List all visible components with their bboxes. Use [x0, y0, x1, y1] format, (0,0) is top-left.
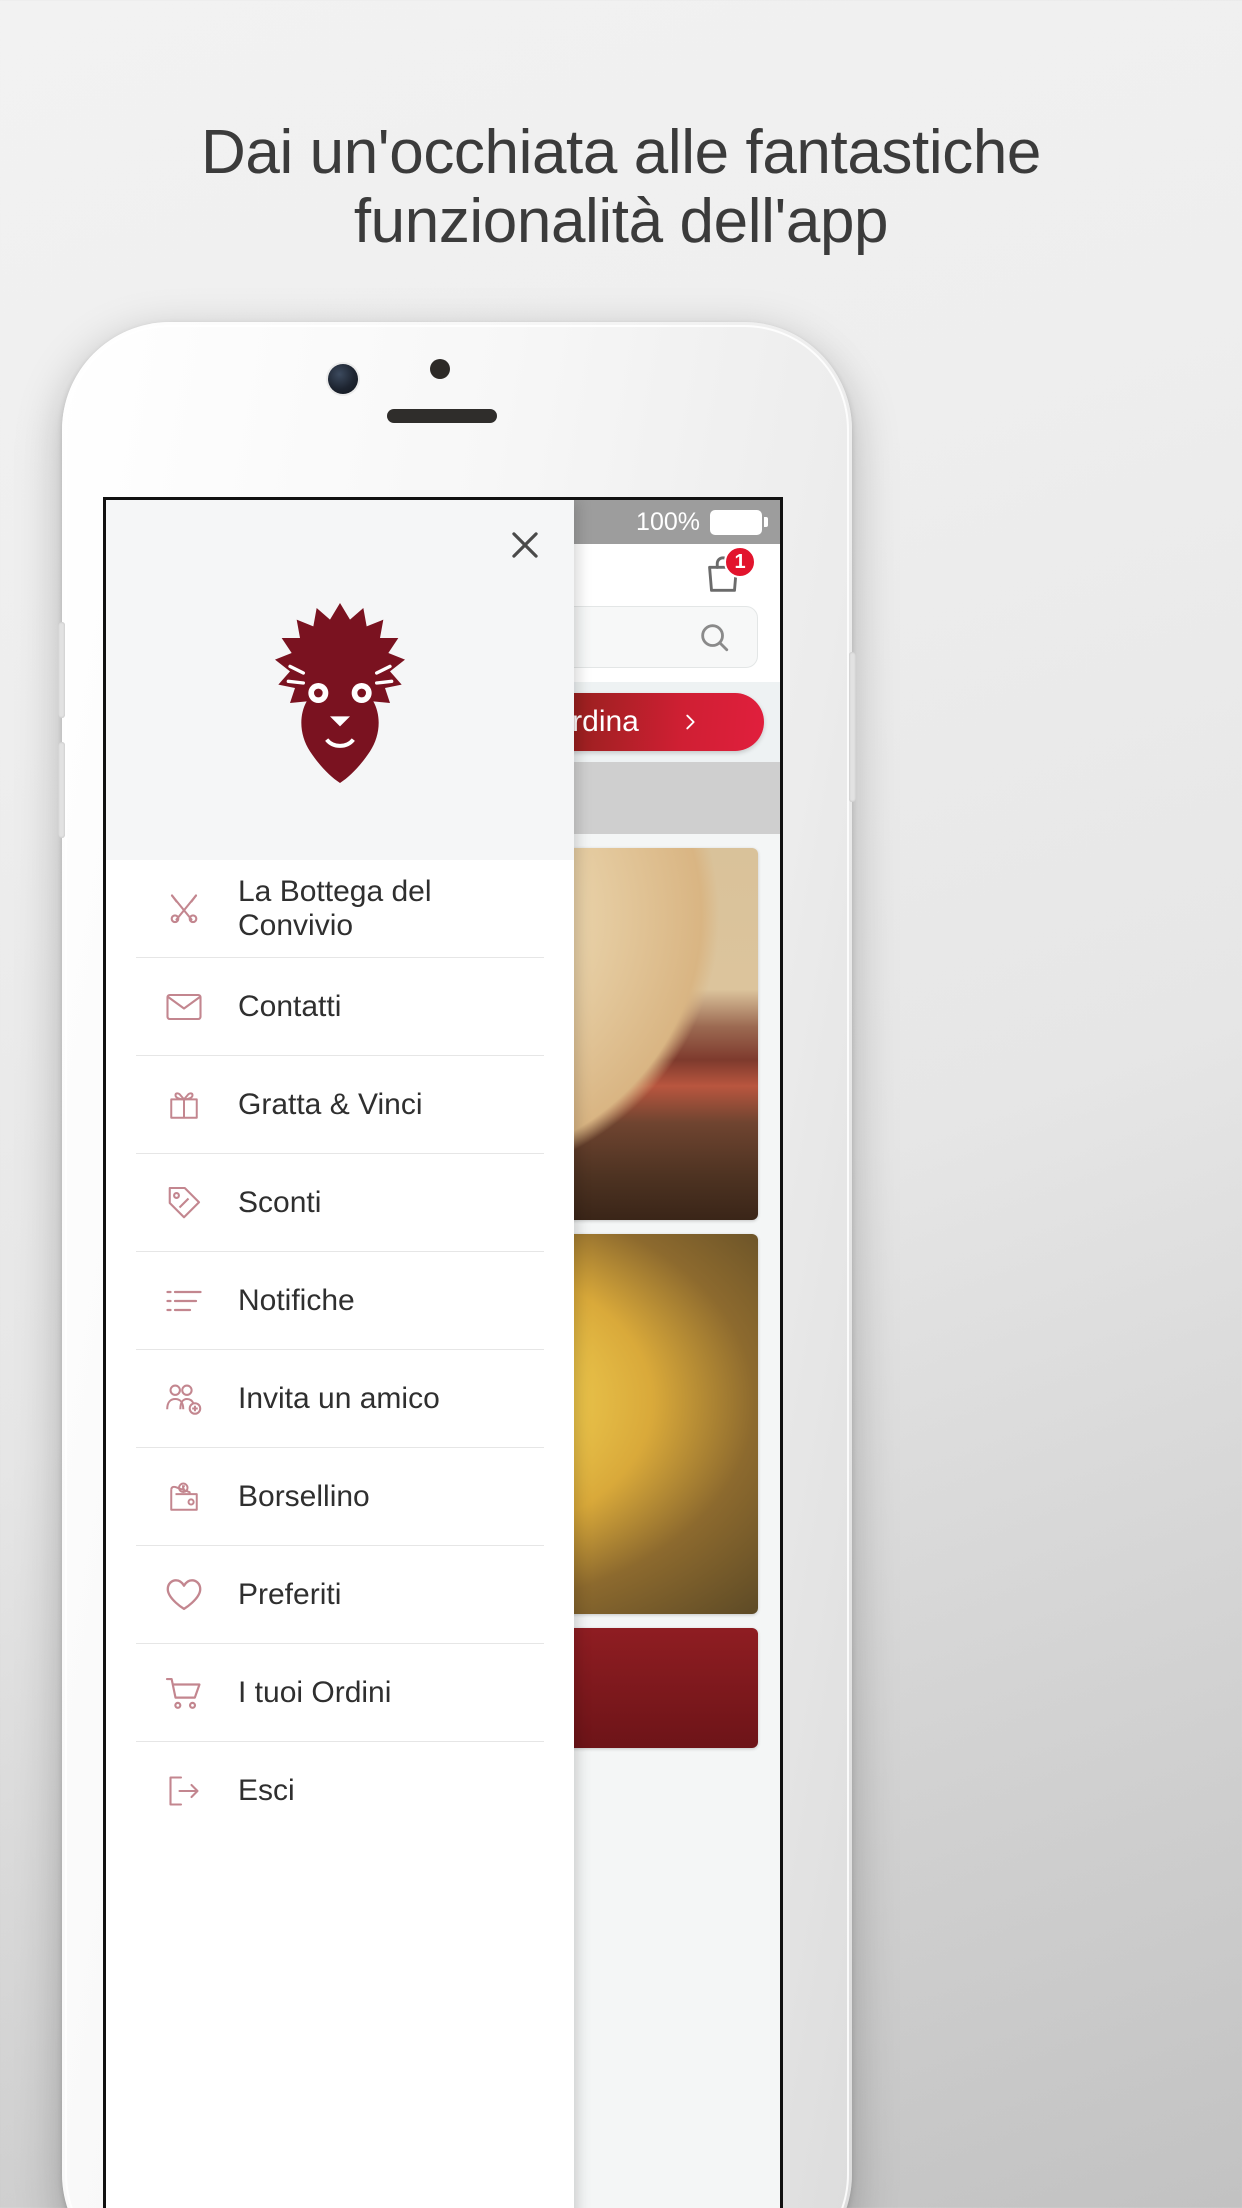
battery-percent-label: 100%: [636, 507, 700, 536]
gift-icon: [164, 1085, 204, 1125]
menu-item-label: Contatti: [238, 989, 342, 1023]
headline-line-1: Dai un'occhiata alle fantastiche: [200, 118, 1041, 187]
wallet-icon: [164, 1477, 204, 1517]
battery-full-icon: [710, 509, 768, 535]
menu-item-contatti[interactable]: Contatti: [136, 958, 544, 1056]
front-camera-icon: [328, 364, 358, 394]
drawer-header: [106, 500, 574, 860]
drawer-menu: La Bottega del Convivio Contatti Gratta …: [106, 860, 574, 2208]
earpiece-speaker: [387, 409, 497, 423]
navigation-drawer: La Bottega del Convivio Contatti Gratta …: [106, 500, 574, 2208]
menu-item-borsellino[interactable]: Borsellino: [136, 1448, 544, 1546]
tag-icon: [164, 1183, 204, 1223]
cutlery-icon: [164, 889, 204, 929]
volume-down-button[interactable]: [58, 742, 65, 838]
close-icon[interactable]: [504, 524, 546, 566]
volume-up-button[interactable]: [58, 622, 65, 718]
menu-item-label: Gratta & Vinci: [238, 1087, 423, 1121]
menu-item-label: Preferiti: [238, 1577, 342, 1611]
notification-list-icon: [164, 1281, 204, 1321]
logout-icon: [164, 1771, 204, 1811]
power-button[interactable]: [849, 652, 856, 802]
menu-item-i-tuoi-ordini[interactable]: I tuoi Ordini: [136, 1644, 544, 1742]
menu-item-label: Borsellino: [238, 1479, 370, 1513]
heart-icon: [164, 1575, 204, 1615]
phone-mockup: 1 ne Riordina: [58, 322, 856, 2208]
menu-item-la-bottega-del-convivio[interactable]: La Bottega del Convivio: [136, 860, 544, 958]
chevron-right-icon: [679, 707, 701, 737]
menu-item-notifiche[interactable]: Notifiche: [136, 1252, 544, 1350]
menu-item-gratta-vinci[interactable]: Gratta & Vinci: [136, 1056, 544, 1154]
proximity-sensor-icon: [430, 359, 450, 379]
menu-item-label: I tuoi Ordini: [238, 1675, 392, 1709]
envelope-icon: [164, 987, 204, 1027]
search-icon: [697, 620, 731, 654]
menu-item-label: Notifiche: [238, 1283, 355, 1317]
add-friend-icon: [164, 1379, 204, 1419]
menu-item-label: Sconti: [238, 1185, 322, 1219]
lion-crest-logo: [240, 593, 440, 793]
page-title: Dai un'occhiata alle fantastiche funzion…: [0, 118, 1242, 257]
headline-line-2: funzionalità dell'app: [353, 187, 889, 257]
cart-badge: 1: [724, 546, 756, 578]
menu-item-preferiti[interactable]: Preferiti: [136, 1546, 544, 1644]
phone-screen: 1 ne Riordina: [103, 497, 783, 2208]
menu-item-esci[interactable]: Esci: [136, 1742, 544, 1840]
menu-item-label: Invita un amico: [238, 1381, 440, 1415]
menu-item-label: Esci: [238, 1774, 295, 1807]
menu-item-label: La Bottega del Convivio: [238, 874, 432, 942]
cart-button[interactable]: 1: [700, 546, 756, 598]
menu-item-invita-un-amico[interactable]: Invita un amico: [136, 1350, 544, 1448]
menu-item-sconti[interactable]: Sconti: [136, 1154, 544, 1252]
shopping-cart-icon: [164, 1673, 204, 1713]
